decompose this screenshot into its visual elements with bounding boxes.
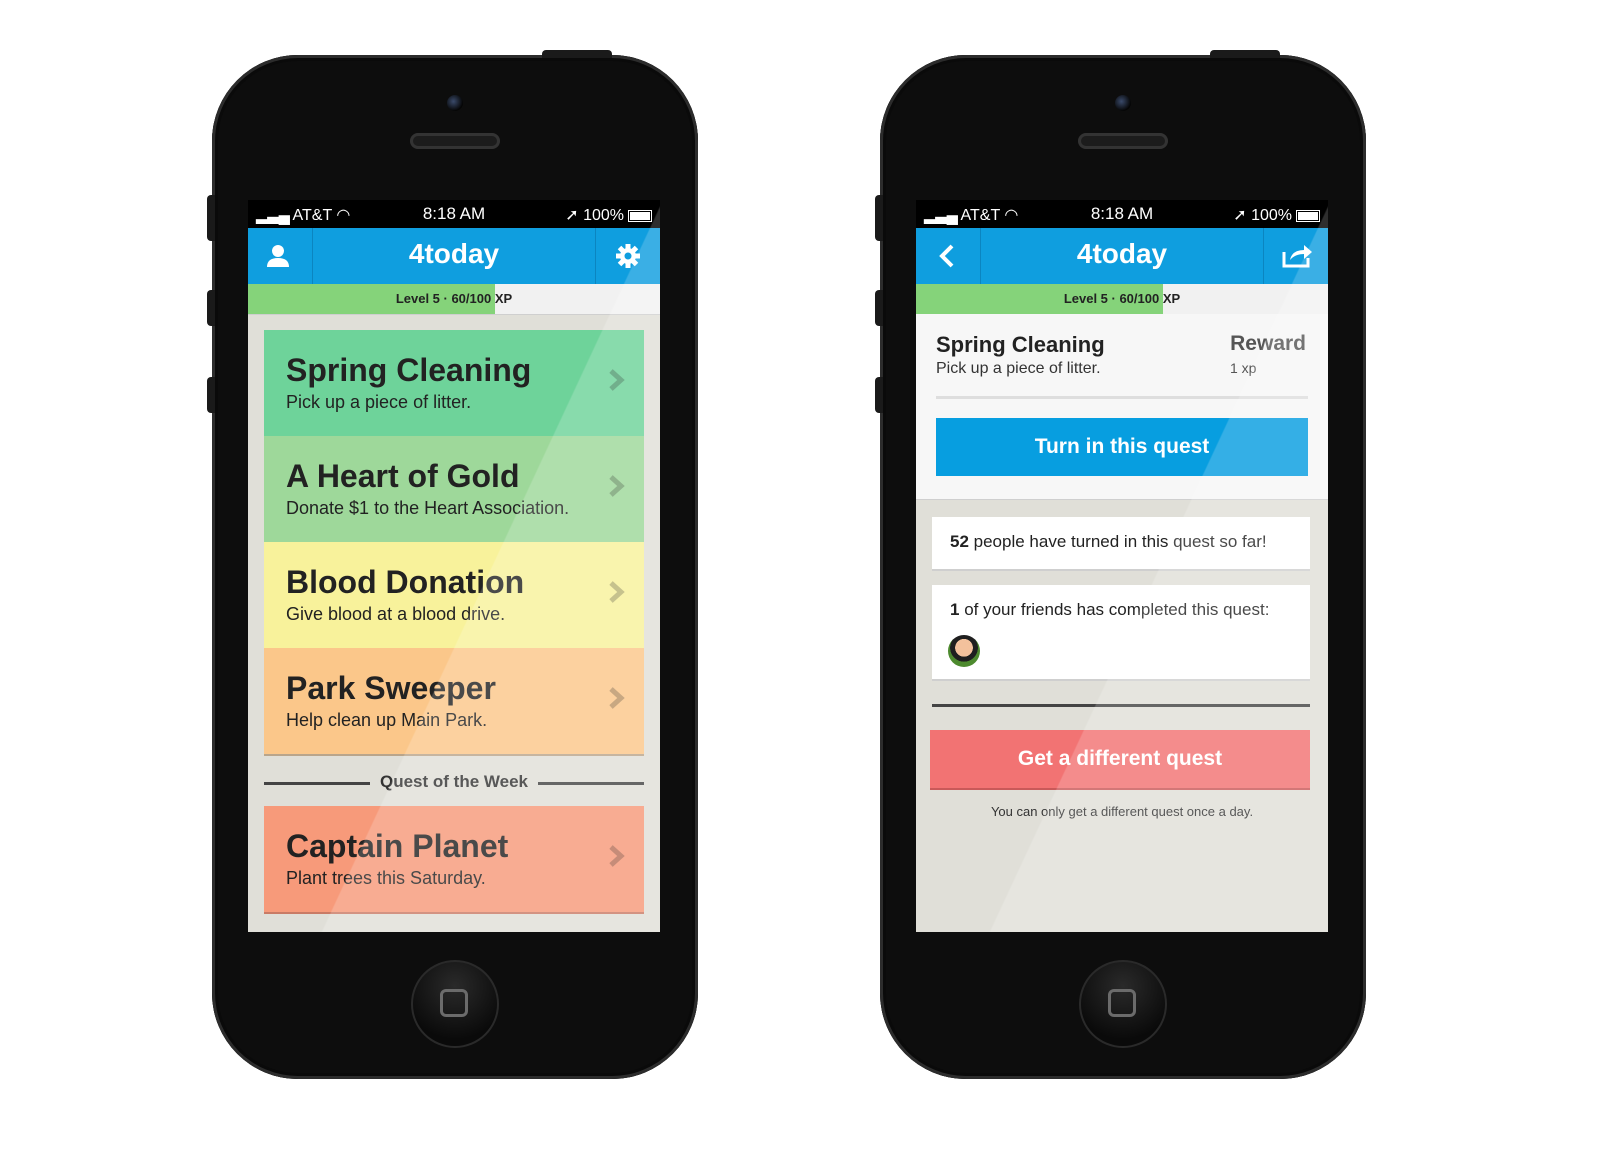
volume-down-button	[875, 377, 883, 413]
quest-of-week-divider: Quest of the Week	[264, 772, 644, 792]
xp-progress-bar: Level 5 · 60/100 XP	[916, 284, 1328, 315]
screen-quest-list: ▂▃▄ AT&T ◠ 8:18 AM ➚ 100% 4today Level 5…	[248, 200, 660, 932]
location-icon: ➚	[565, 207, 579, 224]
battery-percent: 100%	[1251, 207, 1292, 224]
phone-left: ▂▃▄ AT&T ◠ 8:18 AM ➚ 100% 4today Level 5…	[207, 50, 698, 1079]
section-divider	[932, 704, 1310, 707]
location-icon: ➚	[1233, 207, 1247, 224]
screen-quest-detail: ▂▃▄ AT&T ◠ 8:18 AM ➚ 100% 4today Level 5…	[916, 200, 1328, 932]
battery-icon	[1296, 209, 1320, 222]
home-square-icon	[1108, 989, 1136, 1017]
phone-right: ▂▃▄ AT&T ◠ 8:18 AM ➚ 100% 4today Level 5…	[875, 50, 1366, 1079]
reward-label: Reward	[1230, 332, 1306, 355]
people-count-text: people have turned in this quest so far!	[968, 532, 1267, 551]
settings-button[interactable]	[595, 228, 660, 284]
quest-item[interactable]: A Heart of Gold Donate $1 to the Heart A…	[264, 436, 644, 542]
nav-bar: 4today	[916, 228, 1328, 284]
mute-switch	[875, 195, 883, 241]
quest-subtitle: Help clean up Main Park.	[286, 710, 488, 730]
quest-subtitle: Donate $1 to the Heart Association.	[286, 498, 570, 518]
featured-quest-item[interactable]: Captain Planet Plant trees this Saturday…	[264, 806, 644, 914]
nav-bar: 4today	[248, 228, 660, 284]
app-title: 4today	[1076, 238, 1168, 269]
back-chevron-icon	[939, 244, 954, 268]
battery-percent: 100%	[583, 207, 624, 224]
people-count: 52	[950, 532, 969, 551]
chevron-right-icon	[609, 687, 625, 709]
volume-up-button	[207, 290, 215, 326]
volume-up-button	[875, 290, 883, 326]
quest-title: Spring Cleaning	[936, 332, 1105, 357]
quest-title: Captain Planet	[286, 828, 509, 864]
quest-detail-card: Spring Cleaning Pick up a piece of litte…	[916, 314, 1328, 500]
reward-value: 1 xp	[1230, 360, 1257, 376]
home-square-icon	[440, 989, 468, 1017]
speaker	[410, 133, 500, 149]
chevron-right-icon	[609, 475, 625, 497]
xp-progress-bar: Level 5 · 60/100 XP	[248, 284, 660, 315]
chevron-right-icon	[609, 581, 625, 603]
people-count-card: 52 people have turned in this quest so f…	[932, 517, 1310, 571]
get-different-quest-button[interactable]: Get a different quest	[930, 730, 1310, 790]
friends-card: 1 of your friends has completed this que…	[932, 585, 1310, 681]
power-button	[1210, 50, 1280, 58]
turn-in-quest-button[interactable]: Turn in this quest	[936, 418, 1308, 476]
quest-subtitle: Pick up a piece of litter.	[286, 392, 472, 412]
camera	[1115, 95, 1131, 111]
status-bar: ▂▃▄ AT&T ◠ 8:18 AM ➚ 100%	[248, 200, 660, 228]
friends-count-text: of your friends has completed this quest…	[959, 600, 1270, 619]
xp-label: Level 5 · 60/100 XP	[395, 291, 513, 306]
app-title: 4today	[408, 238, 500, 269]
user-icon	[267, 245, 289, 267]
chevron-right-icon	[609, 369, 625, 391]
friend-avatar[interactable]	[948, 635, 980, 667]
quest-subtitle: Pick up a piece of litter.	[936, 360, 1101, 377]
different-quest-note: You can only get a different quest once …	[990, 804, 1254, 819]
quest-title: A Heart of Gold	[286, 458, 520, 494]
gear-icon	[616, 244, 640, 268]
share-button[interactable]	[1263, 228, 1328, 284]
battery-icon	[628, 209, 652, 222]
profile-button[interactable]	[248, 228, 313, 284]
home-button[interactable]	[411, 960, 499, 1048]
home-button[interactable]	[1079, 960, 1167, 1048]
quest-subtitle: Plant trees this Saturday.	[286, 868, 486, 888]
quest-item[interactable]: Blood Donation Give blood at a blood dri…	[264, 542, 644, 648]
quest-title: Spring Cleaning	[286, 352, 532, 388]
quest-item[interactable]: Park Sweeper Help clean up Main Park.	[264, 648, 644, 756]
share-icon	[1282, 245, 1312, 268]
back-button[interactable]	[916, 228, 981, 284]
card-divider	[936, 396, 1308, 399]
quest-title: Blood Donation	[286, 564, 525, 600]
status-bar: ▂▃▄ AT&T ◠ 8:18 AM ➚ 100%	[916, 200, 1328, 228]
quest-item[interactable]: Spring Cleaning Pick up a piece of litte…	[264, 330, 644, 436]
quest-title: Park Sweeper	[286, 670, 496, 706]
volume-down-button	[207, 377, 215, 413]
speaker	[1078, 133, 1168, 149]
camera	[447, 95, 463, 111]
xp-label: Level 5 · 60/100 XP	[1063, 291, 1181, 306]
power-button	[542, 50, 612, 58]
quest-subtitle: Give blood at a blood drive.	[286, 604, 506, 624]
mute-switch	[207, 195, 215, 241]
chevron-right-icon	[609, 845, 625, 867]
